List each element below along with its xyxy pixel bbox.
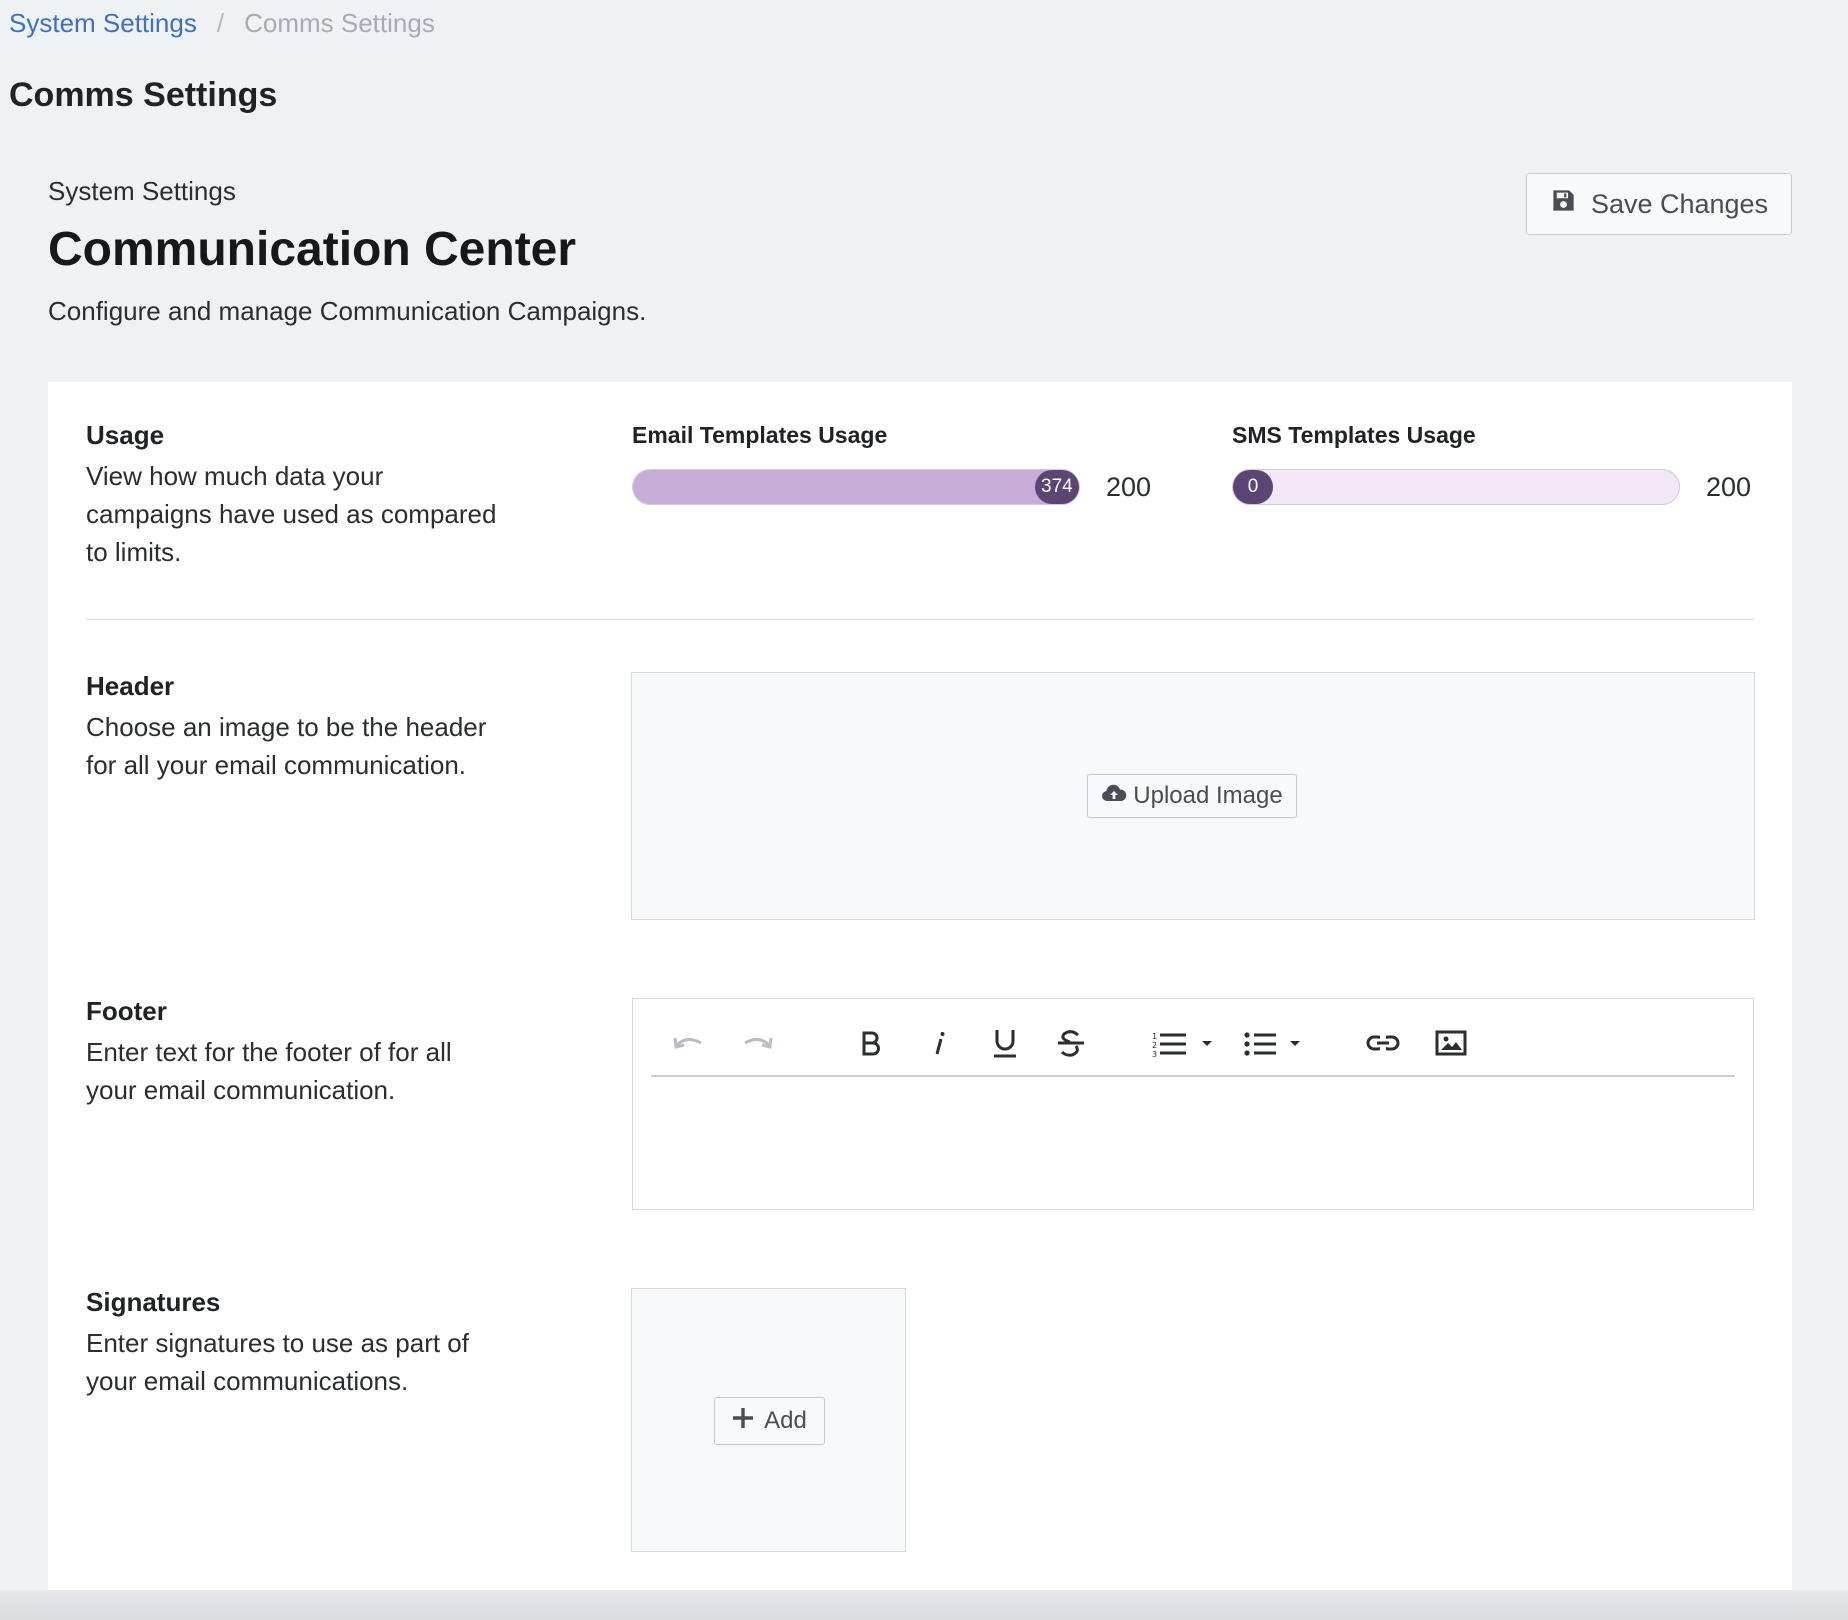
svg-text:3: 3 xyxy=(1152,1050,1157,1057)
section-eyebrow: System Settings xyxy=(48,176,236,206)
breadcrumb-separator: / xyxy=(216,8,225,38)
cloud-upload-icon xyxy=(1101,782,1127,811)
email-usage-title: Email Templates Usage xyxy=(632,422,888,448)
editor-toolbar: 123 xyxy=(651,1019,1735,1077)
sms-usage-meter: SMS Templates Usage 0 200 xyxy=(1232,422,1751,505)
sms-usage-title: SMS Templates Usage xyxy=(1232,422,1476,448)
link-icon[interactable] xyxy=(1363,1023,1403,1063)
usage-description: View how much data your campaigns have u… xyxy=(86,461,497,567)
page: System Settings / Comms Settings Comms S… xyxy=(0,0,1848,1620)
signature-card-placeholder: Add xyxy=(631,1288,906,1552)
footer-rich-text-editor: 123 xyxy=(632,998,1754,1210)
footer-label-group: Footer Enter text for the footer of for … xyxy=(86,996,526,1109)
italic-icon[interactable] xyxy=(919,1023,959,1063)
sms-usage-track: 0 xyxy=(1232,469,1680,505)
header-description: Choose an image to be the header for all… xyxy=(86,712,487,780)
page-bottom-edge xyxy=(0,1590,1848,1620)
email-usage-fill xyxy=(633,470,1079,504)
upload-image-label: Upload Image xyxy=(1133,782,1283,809)
header-title: Header xyxy=(86,671,175,701)
breadcrumb: System Settings / Comms Settings xyxy=(9,8,435,39)
ordered-list-icon[interactable]: 123 xyxy=(1151,1023,1221,1063)
footer-text-input[interactable] xyxy=(651,1081,1735,1287)
settings-card: Usage View how much data your campaigns … xyxy=(48,382,1792,1590)
sms-usage-limit: 200 xyxy=(1706,471,1752,502)
bullet-list-icon[interactable] xyxy=(1243,1023,1313,1063)
email-usage-limit: 200 xyxy=(1106,471,1152,502)
strikethrough-icon[interactable] xyxy=(1051,1023,1091,1063)
main-description: Configure and manage Communication Campa… xyxy=(48,296,647,326)
email-usage-meter: Email Templates Usage 374 200 xyxy=(632,422,1151,505)
signatures-title: Signatures xyxy=(86,1287,221,1317)
add-signature-label: Add xyxy=(764,1407,807,1434)
breadcrumb-link-system-settings[interactable]: System Settings xyxy=(9,8,197,39)
signatures-label-group: Signatures Enter signatures to use as pa… xyxy=(86,1287,526,1400)
underline-icon[interactable] xyxy=(985,1023,1025,1063)
save-changes-label: Save Changes xyxy=(1590,188,1769,219)
footer-description: Enter text for the footer of for all you… xyxy=(86,1037,452,1105)
usage-title: Usage xyxy=(86,420,165,450)
redo-icon[interactable] xyxy=(737,1023,777,1063)
floppy-disk-icon xyxy=(1550,187,1577,221)
breadcrumb-current: Comms Settings xyxy=(244,8,435,38)
email-usage-value-badge[interactable]: 374 xyxy=(1035,470,1079,504)
section-divider xyxy=(86,619,1754,620)
footer-title: Footer xyxy=(86,996,167,1026)
upload-image-button[interactable]: Upload Image xyxy=(1087,774,1297,818)
usage-label-group: Usage View how much data your campaigns … xyxy=(86,420,526,571)
undo-icon[interactable] xyxy=(669,1023,709,1063)
plus-icon xyxy=(732,1407,754,1436)
image-icon[interactable] xyxy=(1431,1023,1471,1063)
email-usage-track: 374 xyxy=(632,469,1080,505)
signatures-description: Enter signatures to use as part of your … xyxy=(86,1328,469,1396)
header-label-group: Header Choose an image to be the header … xyxy=(86,671,526,784)
page-title: Comms Settings xyxy=(9,76,278,114)
svg-text:2: 2 xyxy=(1152,1041,1157,1050)
sms-usage-value-badge[interactable]: 0 xyxy=(1233,470,1273,504)
main-heading: Communication Center xyxy=(48,223,577,276)
save-changes-button[interactable]: Save Changes xyxy=(1526,173,1792,235)
svg-text:1: 1 xyxy=(1152,1032,1157,1041)
header-image-dropzone[interactable]: Upload Image xyxy=(631,672,1755,920)
bold-icon[interactable] xyxy=(851,1023,891,1063)
add-signature-button[interactable]: Add xyxy=(714,1397,825,1445)
